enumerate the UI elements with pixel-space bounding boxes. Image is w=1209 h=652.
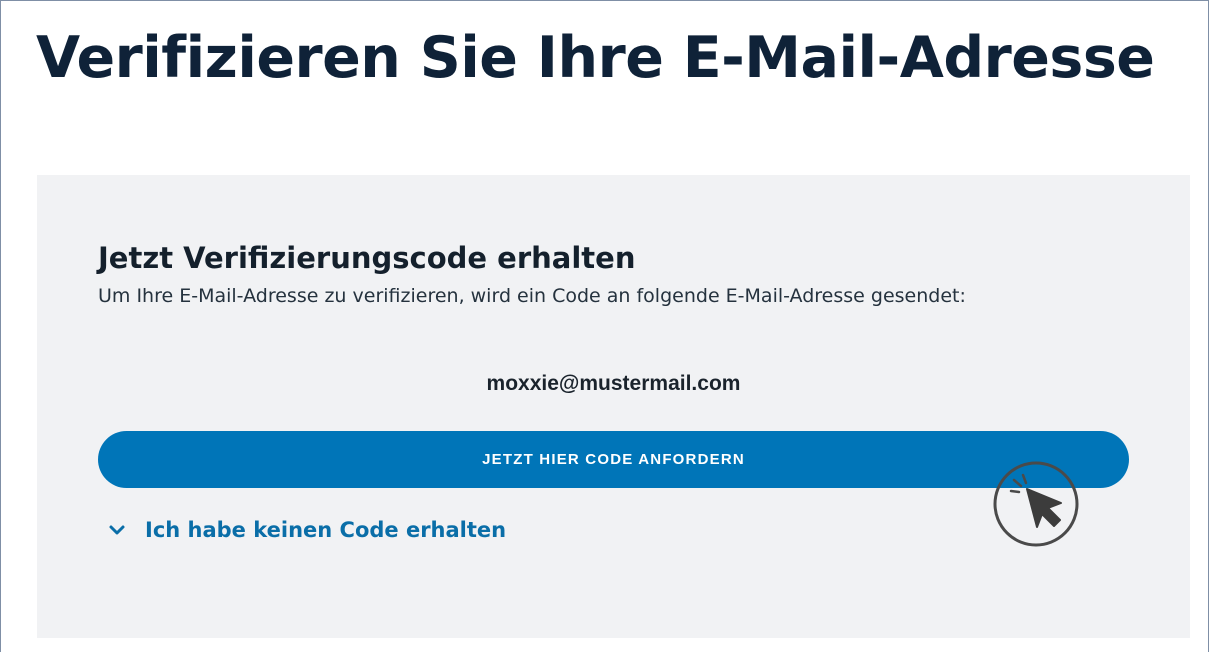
chevron-down-icon [109, 525, 125, 535]
card-description: Um Ihre E-Mail-Adresse zu verifizieren, … [98, 285, 966, 307]
email-address: moxxie@mustermail.com [486, 372, 741, 395]
page-title: Verifizieren Sie Ihre E-Mail-Adresse [36, 25, 1155, 91]
verification-card: Jetzt Verifizierungscode erhalten Um Ihr… [37, 175, 1190, 638]
no-code-toggle[interactable]: Ich habe keinen Code erhalten [107, 518, 506, 542]
no-code-toggle-label: Ich habe keinen Code erhalten [145, 518, 507, 542]
card-heading: Jetzt Verifizierungscode erhalten [98, 241, 636, 275]
request-code-button[interactable]: JETZT HIER CODE ANFORDERN [98, 431, 1129, 488]
